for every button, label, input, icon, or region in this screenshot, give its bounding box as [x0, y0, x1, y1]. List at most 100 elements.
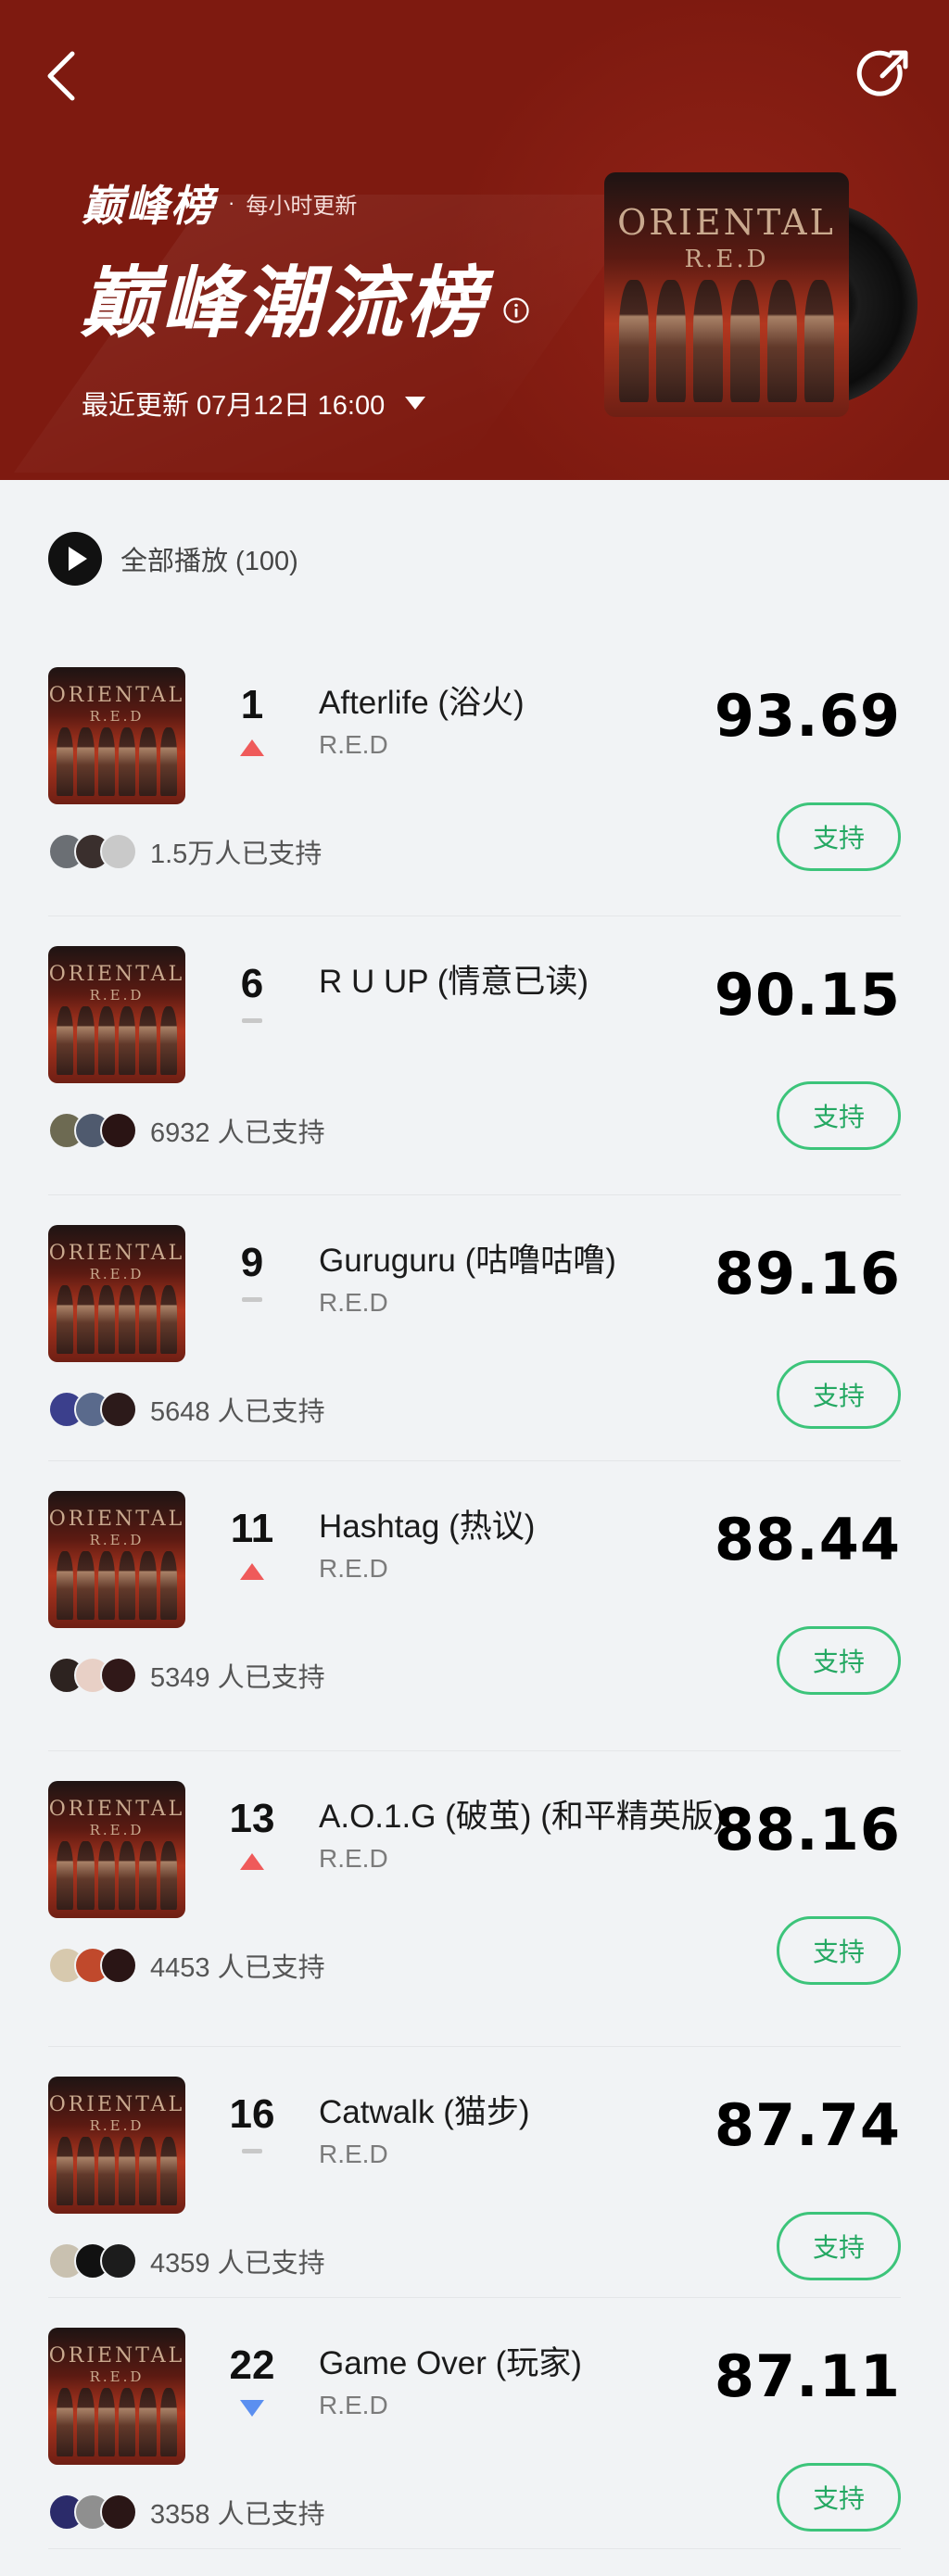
- avatar: [100, 833, 137, 870]
- supporter-avatars: [48, 1657, 141, 1694]
- last-update-selector[interactable]: 最近更新 07月12日 16:00: [82, 384, 426, 423]
- song-title[interactable]: Catwalk (猫步): [319, 2086, 530, 2133]
- supporters: 1.5万人已支持: [48, 832, 322, 871]
- song-title[interactable]: Guruguru (咕噜咕噜): [319, 1234, 616, 1282]
- song-cover-title: ORIENTAL: [48, 1241, 185, 1265]
- song-title[interactable]: Hashtag (热议): [319, 1500, 535, 1547]
- song-title[interactable]: A.O.1.G (破茧) (和平精英版): [319, 1790, 725, 1837]
- share-button[interactable]: [856, 46, 912, 102]
- brand: 巅峰榜 · 每小时更新: [82, 172, 357, 234]
- supporter-avatars: [48, 2494, 141, 2531]
- song-row[interactable]: ORIENTAL R.E.D 1 Afterlife (浴火) R.E.D 93…: [48, 638, 901, 916]
- support-button[interactable]: 支持: [777, 2212, 901, 2280]
- song-score: 87.11: [714, 2342, 901, 2410]
- supporter-avatars: [48, 1391, 141, 1428]
- triangle-down-icon: [405, 397, 426, 410]
- support-button[interactable]: 支持: [777, 1360, 901, 1429]
- song-artist[interactable]: R.E.D: [319, 730, 388, 760]
- avatar: [100, 2242, 137, 2279]
- song-row[interactable]: ORIENTAL R.E.D 6 R U UP (情意已读) 90.15 693…: [48, 916, 901, 1195]
- song-cover-subtitle: R.E.D: [89, 987, 145, 1004]
- supporters-count: 5648 人已支持: [150, 1397, 325, 1427]
- supporters: 5648 人已支持: [48, 1390, 325, 1429]
- brand-dot: ·: [228, 191, 235, 214]
- song-cover[interactable]: ORIENTAL R.E.D: [48, 2077, 185, 2214]
- song-row[interactable]: ORIENTAL R.E.D 13 A.O.1.G (破茧) (和平精英版) R…: [48, 1751, 901, 2047]
- supporters-count: 6932 人已支持: [150, 1118, 325, 1148]
- song-title[interactable]: Afterlife (浴火): [319, 676, 525, 724]
- trend-flat-icon: [242, 1297, 262, 1302]
- song-cover-subtitle: R.E.D: [89, 2117, 145, 2135]
- song-row[interactable]: ORIENTAL R.E.D 22 Game Over (玩家) R.E.D 8…: [48, 2298, 901, 2549]
- album-cover: ORIENTAL R.E.D: [604, 172, 849, 417]
- support-button[interactable]: 支持: [777, 1626, 901, 1695]
- song-title[interactable]: R U UP (情意已读): [319, 955, 588, 1003]
- song-title[interactable]: Game Over (玩家): [319, 2337, 582, 2384]
- supporters-count: 3358 人已支持: [150, 2500, 325, 2530]
- song-list: ORIENTAL R.E.D 1 Afterlife (浴火) R.E.D 93…: [48, 638, 901, 2549]
- song-cover-title: ORIENTAL: [48, 2343, 185, 2368]
- song-artist[interactable]: R.E.D: [319, 2140, 388, 2169]
- song-cover-subtitle: R.E.D: [89, 1532, 145, 1549]
- song-cover[interactable]: ORIENTAL R.E.D: [48, 1781, 185, 1918]
- song-score: 93.69: [714, 682, 901, 750]
- avatar: [100, 1112, 137, 1149]
- song-cover-subtitle: R.E.D: [89, 1266, 145, 1283]
- info-icon[interactable]: [502, 297, 530, 324]
- song-cover-title: ORIENTAL: [48, 1507, 185, 1531]
- brand-logo: 巅峰榜: [82, 181, 215, 231]
- back-button[interactable]: [41, 48, 85, 104]
- song-rank: 6: [240, 961, 264, 1006]
- song-cover-subtitle: R.E.D: [89, 2368, 145, 2386]
- supporters-count: 4359 人已支持: [150, 2249, 325, 2279]
- avatar: [100, 1657, 137, 1694]
- trend-up-icon: [240, 1563, 264, 1580]
- chart-content: 全部播放 (100) ORIENTAL R.E.D 1 Afterlife (浴…: [0, 480, 949, 2549]
- supporter-avatars: [48, 1112, 141, 1149]
- play-icon: [48, 532, 102, 586]
- supporters: 6932 人已支持: [48, 1111, 325, 1150]
- song-rank: 22: [229, 2342, 275, 2388]
- song-rank: 11: [230, 1506, 274, 1551]
- support-button[interactable]: 支持: [777, 2463, 901, 2532]
- song-rank: 9: [240, 1240, 264, 1285]
- song-cover[interactable]: ORIENTAL R.E.D: [48, 946, 185, 1083]
- avatar: [100, 1947, 137, 1984]
- song-cover[interactable]: ORIENTAL R.E.D: [48, 2328, 185, 2465]
- song-score: 88.44: [714, 1506, 901, 1573]
- supporters: 5349 人已支持: [48, 1656, 325, 1695]
- supporters: 4359 人已支持: [48, 2241, 325, 2280]
- cover-title: ORIENTAL: [617, 201, 836, 243]
- avatar: [100, 1391, 137, 1428]
- song-rank: 1: [240, 682, 264, 727]
- song-score: 90.15: [714, 961, 901, 1029]
- song-artist[interactable]: R.E.D: [319, 2391, 388, 2420]
- cover-subtitle: R.E.D: [684, 246, 769, 274]
- support-button[interactable]: 支持: [777, 802, 901, 871]
- chart-cover: ORIENTAL R.E.D: [604, 172, 917, 423]
- song-row[interactable]: ORIENTAL R.E.D 9 Guruguru (咕噜咕噜) R.E.D 8…: [48, 1195, 901, 1461]
- supporters: 3358 人已支持: [48, 2493, 325, 2532]
- hourly-update-label: 每小时更新: [246, 193, 358, 219]
- song-cover[interactable]: ORIENTAL R.E.D: [48, 1225, 185, 1362]
- supporter-avatars: [48, 1947, 141, 1984]
- song-score: 88.16: [714, 1796, 901, 1863]
- song-cover-title: ORIENTAL: [48, 2092, 185, 2116]
- song-row[interactable]: ORIENTAL R.E.D 11 Hashtag (热议) R.E.D 88.…: [48, 1461, 901, 1751]
- support-button[interactable]: 支持: [777, 1916, 901, 1985]
- song-artist[interactable]: R.E.D: [319, 1554, 388, 1584]
- song-cover[interactable]: ORIENTAL R.E.D: [48, 667, 185, 804]
- trend-up-icon: [240, 739, 264, 756]
- song-cover-title: ORIENTAL: [48, 1797, 185, 1821]
- song-artist[interactable]: R.E.D: [319, 1844, 388, 1874]
- song-cover[interactable]: ORIENTAL R.E.D: [48, 1491, 185, 1628]
- song-artist[interactable]: R.E.D: [319, 1288, 388, 1318]
- play-all-button[interactable]: 全部播放 (100): [48, 480, 901, 638]
- song-row[interactable]: ORIENTAL R.E.D 16 Catwalk (猫步) R.E.D 87.…: [48, 2047, 901, 2298]
- supporters-count: 1.5万人已支持: [150, 840, 323, 869]
- support-button[interactable]: 支持: [777, 1081, 901, 1150]
- song-cover-title: ORIENTAL: [48, 683, 185, 707]
- play-all-label: 全部播放 (100): [120, 547, 298, 576]
- chart-header: 巅峰榜 · 每小时更新 巅峰潮流榜 最近更新 07月12日 16:00 ORIE…: [0, 0, 949, 480]
- trend-flat-icon: [242, 1018, 262, 1023]
